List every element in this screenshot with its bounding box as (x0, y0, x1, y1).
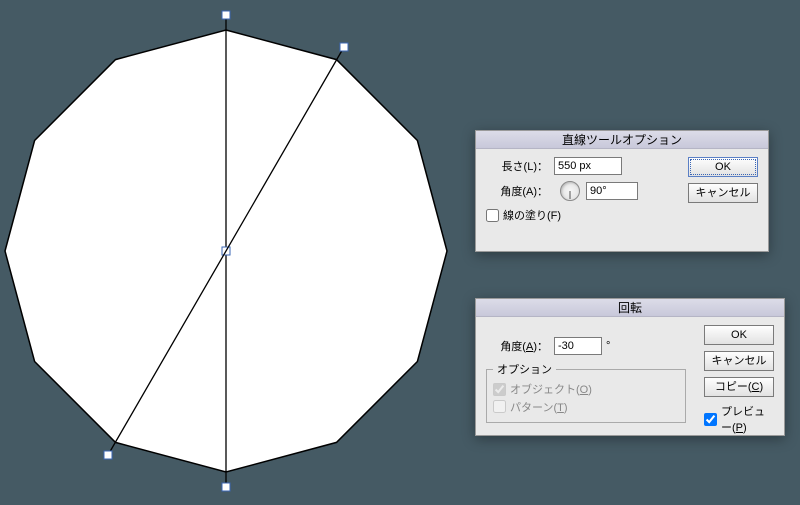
canvas (0, 0, 450, 505)
opt-object-input[interactable] (493, 383, 506, 396)
angle-label: 角度(A)： (486, 183, 548, 199)
cancel-button[interactable]: キャンセル (688, 183, 758, 203)
opt-pattern-input[interactable] (493, 400, 506, 413)
preview-label: プレビュー(P) (721, 403, 774, 435)
copy-button[interactable]: コピー(C) (704, 377, 774, 397)
options-legend: オプション (493, 361, 556, 377)
rotate-angle-input[interactable] (554, 337, 602, 355)
handle-top[interactable] (222, 11, 230, 19)
fill-line-checkbox-input[interactable] (486, 209, 499, 222)
angle-input[interactable] (586, 182, 638, 200)
cancel-button[interactable]: キャンセル (704, 351, 774, 371)
line-tool-options-dialog: 直線ツールオプション OK キャンセル 長さ(L)： 角度(A)： 線の塗り(F… (475, 130, 769, 252)
opt-object-checkbox[interactable]: オブジェクト(O) (493, 381, 592, 397)
angle-dial[interactable] (560, 181, 580, 201)
rotate-angle-label: 角度(A)： (486, 338, 548, 354)
rotate-angle-unit: ° (606, 340, 610, 352)
opt-pattern-checkbox[interactable]: パターン(T) (493, 399, 568, 415)
preview-checkbox-input[interactable] (704, 413, 717, 426)
opt-object-label: オブジェクト(O) (510, 381, 592, 397)
length-label: 長さ(L)： (486, 158, 548, 174)
length-input[interactable] (554, 157, 622, 175)
options-fieldset: オプション オブジェクト(O) パターン(T) (486, 361, 686, 423)
handle-bottom[interactable] (222, 483, 230, 491)
preview-checkbox[interactable]: プレビュー(P) (704, 403, 774, 435)
ok-button[interactable]: OK (704, 325, 774, 345)
line-dialog-title: 直線ツールオプション (476, 131, 768, 149)
dhandle-2 (340, 43, 348, 51)
rotate-dialog-title: 回転 (476, 299, 784, 317)
fill-line-checkbox[interactable]: 線の塗り(F) (486, 207, 758, 223)
fill-line-label: 線の塗り(F) (503, 207, 561, 223)
ok-button[interactable]: OK (688, 157, 758, 177)
dhandle-1 (104, 451, 112, 459)
rotate-dialog: 回転 OK キャンセル コピー(C) プレビュー(P) 角度(A)： ° オプシ… (475, 298, 785, 436)
opt-pattern-label: パターン(T) (510, 399, 568, 415)
